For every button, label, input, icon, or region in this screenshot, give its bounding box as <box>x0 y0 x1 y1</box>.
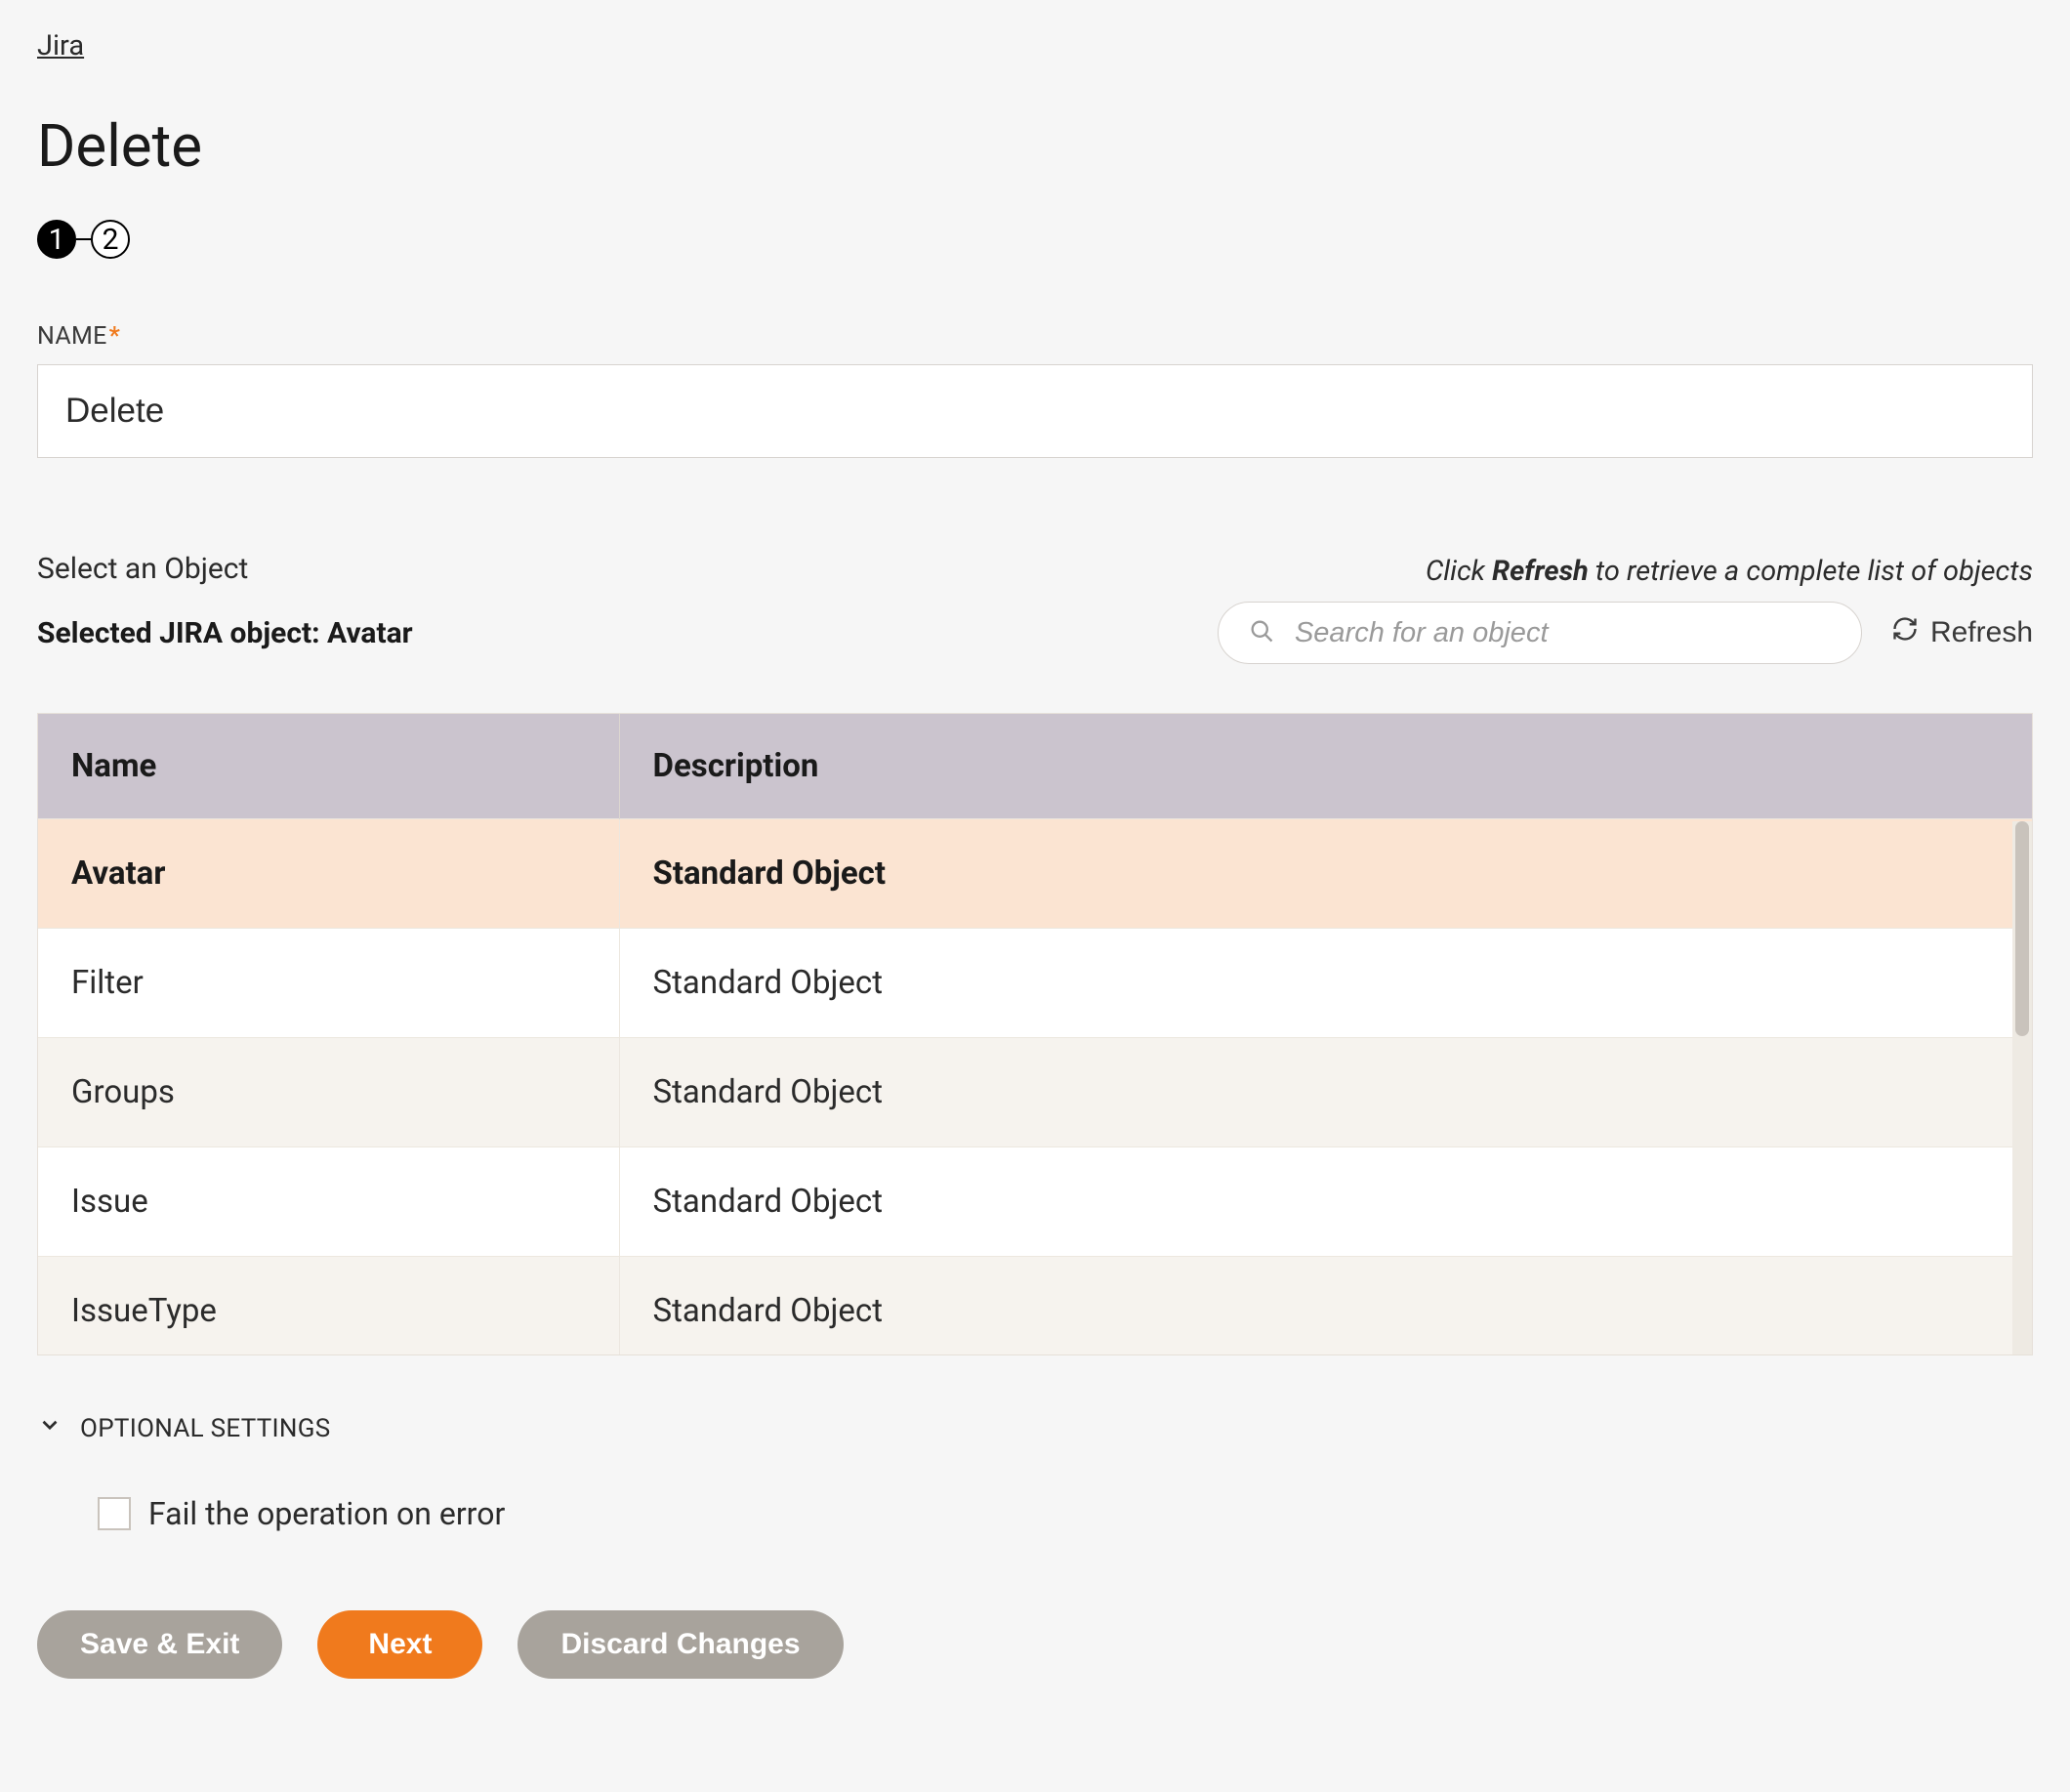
cell-description: Standard Object <box>619 1147 2032 1257</box>
search-input[interactable] <box>1295 617 1832 649</box>
table-scrollbar[interactable] <box>2012 821 2032 1354</box>
cell-description: Standard Object <box>619 819 2032 929</box>
cell-name: Groups <box>38 1038 619 1147</box>
optional-settings-toggle[interactable]: OPTIONAL SETTINGS <box>37 1412 2033 1444</box>
selected-object-prefix: Selected JIRA object: <box>37 616 320 650</box>
col-header-name[interactable]: Name <box>38 714 619 819</box>
step-indicator: 1 2 <box>37 220 2033 259</box>
cell-name: Filter <box>38 929 619 1038</box>
required-mark: * <box>109 322 121 351</box>
optional-settings-label: OPTIONAL SETTINGS <box>80 1414 331 1443</box>
name-label-text: NAME <box>37 322 107 351</box>
table-row[interactable]: IssueStandard Object <box>38 1147 2032 1257</box>
search-icon <box>1248 617 1275 648</box>
col-header-description[interactable]: Description <box>619 714 2032 819</box>
refresh-hint: Click Refresh to retrieve a complete lis… <box>1426 555 2033 588</box>
fail-on-error-label: Fail the operation on error <box>148 1495 505 1532</box>
object-table-wrap: Name Description AvatarStandard ObjectFi… <box>37 713 2033 1355</box>
cell-description: Standard Object <box>619 1257 2032 1356</box>
breadcrumb-jira[interactable]: Jira <box>37 29 84 63</box>
discard-changes-button[interactable]: Discard Changes <box>518 1610 843 1679</box>
search-field[interactable] <box>1218 602 1862 664</box>
fail-on-error-checkbox[interactable] <box>98 1497 131 1530</box>
cell-name: IssueType <box>38 1257 619 1356</box>
table-row[interactable]: GroupsStandard Object <box>38 1038 2032 1147</box>
save-and-exit-button[interactable]: Save & Exit <box>37 1610 282 1679</box>
table-row[interactable]: AvatarStandard Object <box>38 819 2032 929</box>
cell-name: Issue <box>38 1147 619 1257</box>
cell-name: Avatar <box>38 819 619 929</box>
cell-description: Standard Object <box>619 929 2032 1038</box>
name-label: NAME * <box>37 322 2033 351</box>
name-input[interactable] <box>37 364 2033 458</box>
table-row[interactable]: IssueTypeStandard Object <box>38 1257 2032 1356</box>
selected-object-value: Avatar <box>327 616 413 650</box>
selected-object-text: Selected JIRA object: Avatar <box>37 616 413 650</box>
step-2: 2 <box>91 220 130 259</box>
refresh-icon <box>1891 615 1919 650</box>
next-button[interactable]: Next <box>317 1610 482 1679</box>
page-title: Delete <box>37 111 2033 181</box>
refresh-hint-suffix: to retrieve a complete list of objects <box>1589 555 2033 588</box>
cell-description: Standard Object <box>619 1038 2032 1147</box>
step-line <box>76 238 91 240</box>
refresh-label: Refresh <box>1930 616 2033 649</box>
scroll-thumb[interactable] <box>2015 821 2029 1036</box>
refresh-hint-bold: Refresh <box>1492 555 1589 588</box>
chevron-down-icon <box>37 1412 62 1444</box>
refresh-button[interactable]: Refresh <box>1891 615 2033 650</box>
table-row[interactable]: FilterStandard Object <box>38 929 2032 1038</box>
object-table: Name Description AvatarStandard ObjectFi… <box>38 714 2032 1355</box>
step-1: 1 <box>37 220 76 259</box>
refresh-hint-prefix: Click <box>1426 555 1492 588</box>
